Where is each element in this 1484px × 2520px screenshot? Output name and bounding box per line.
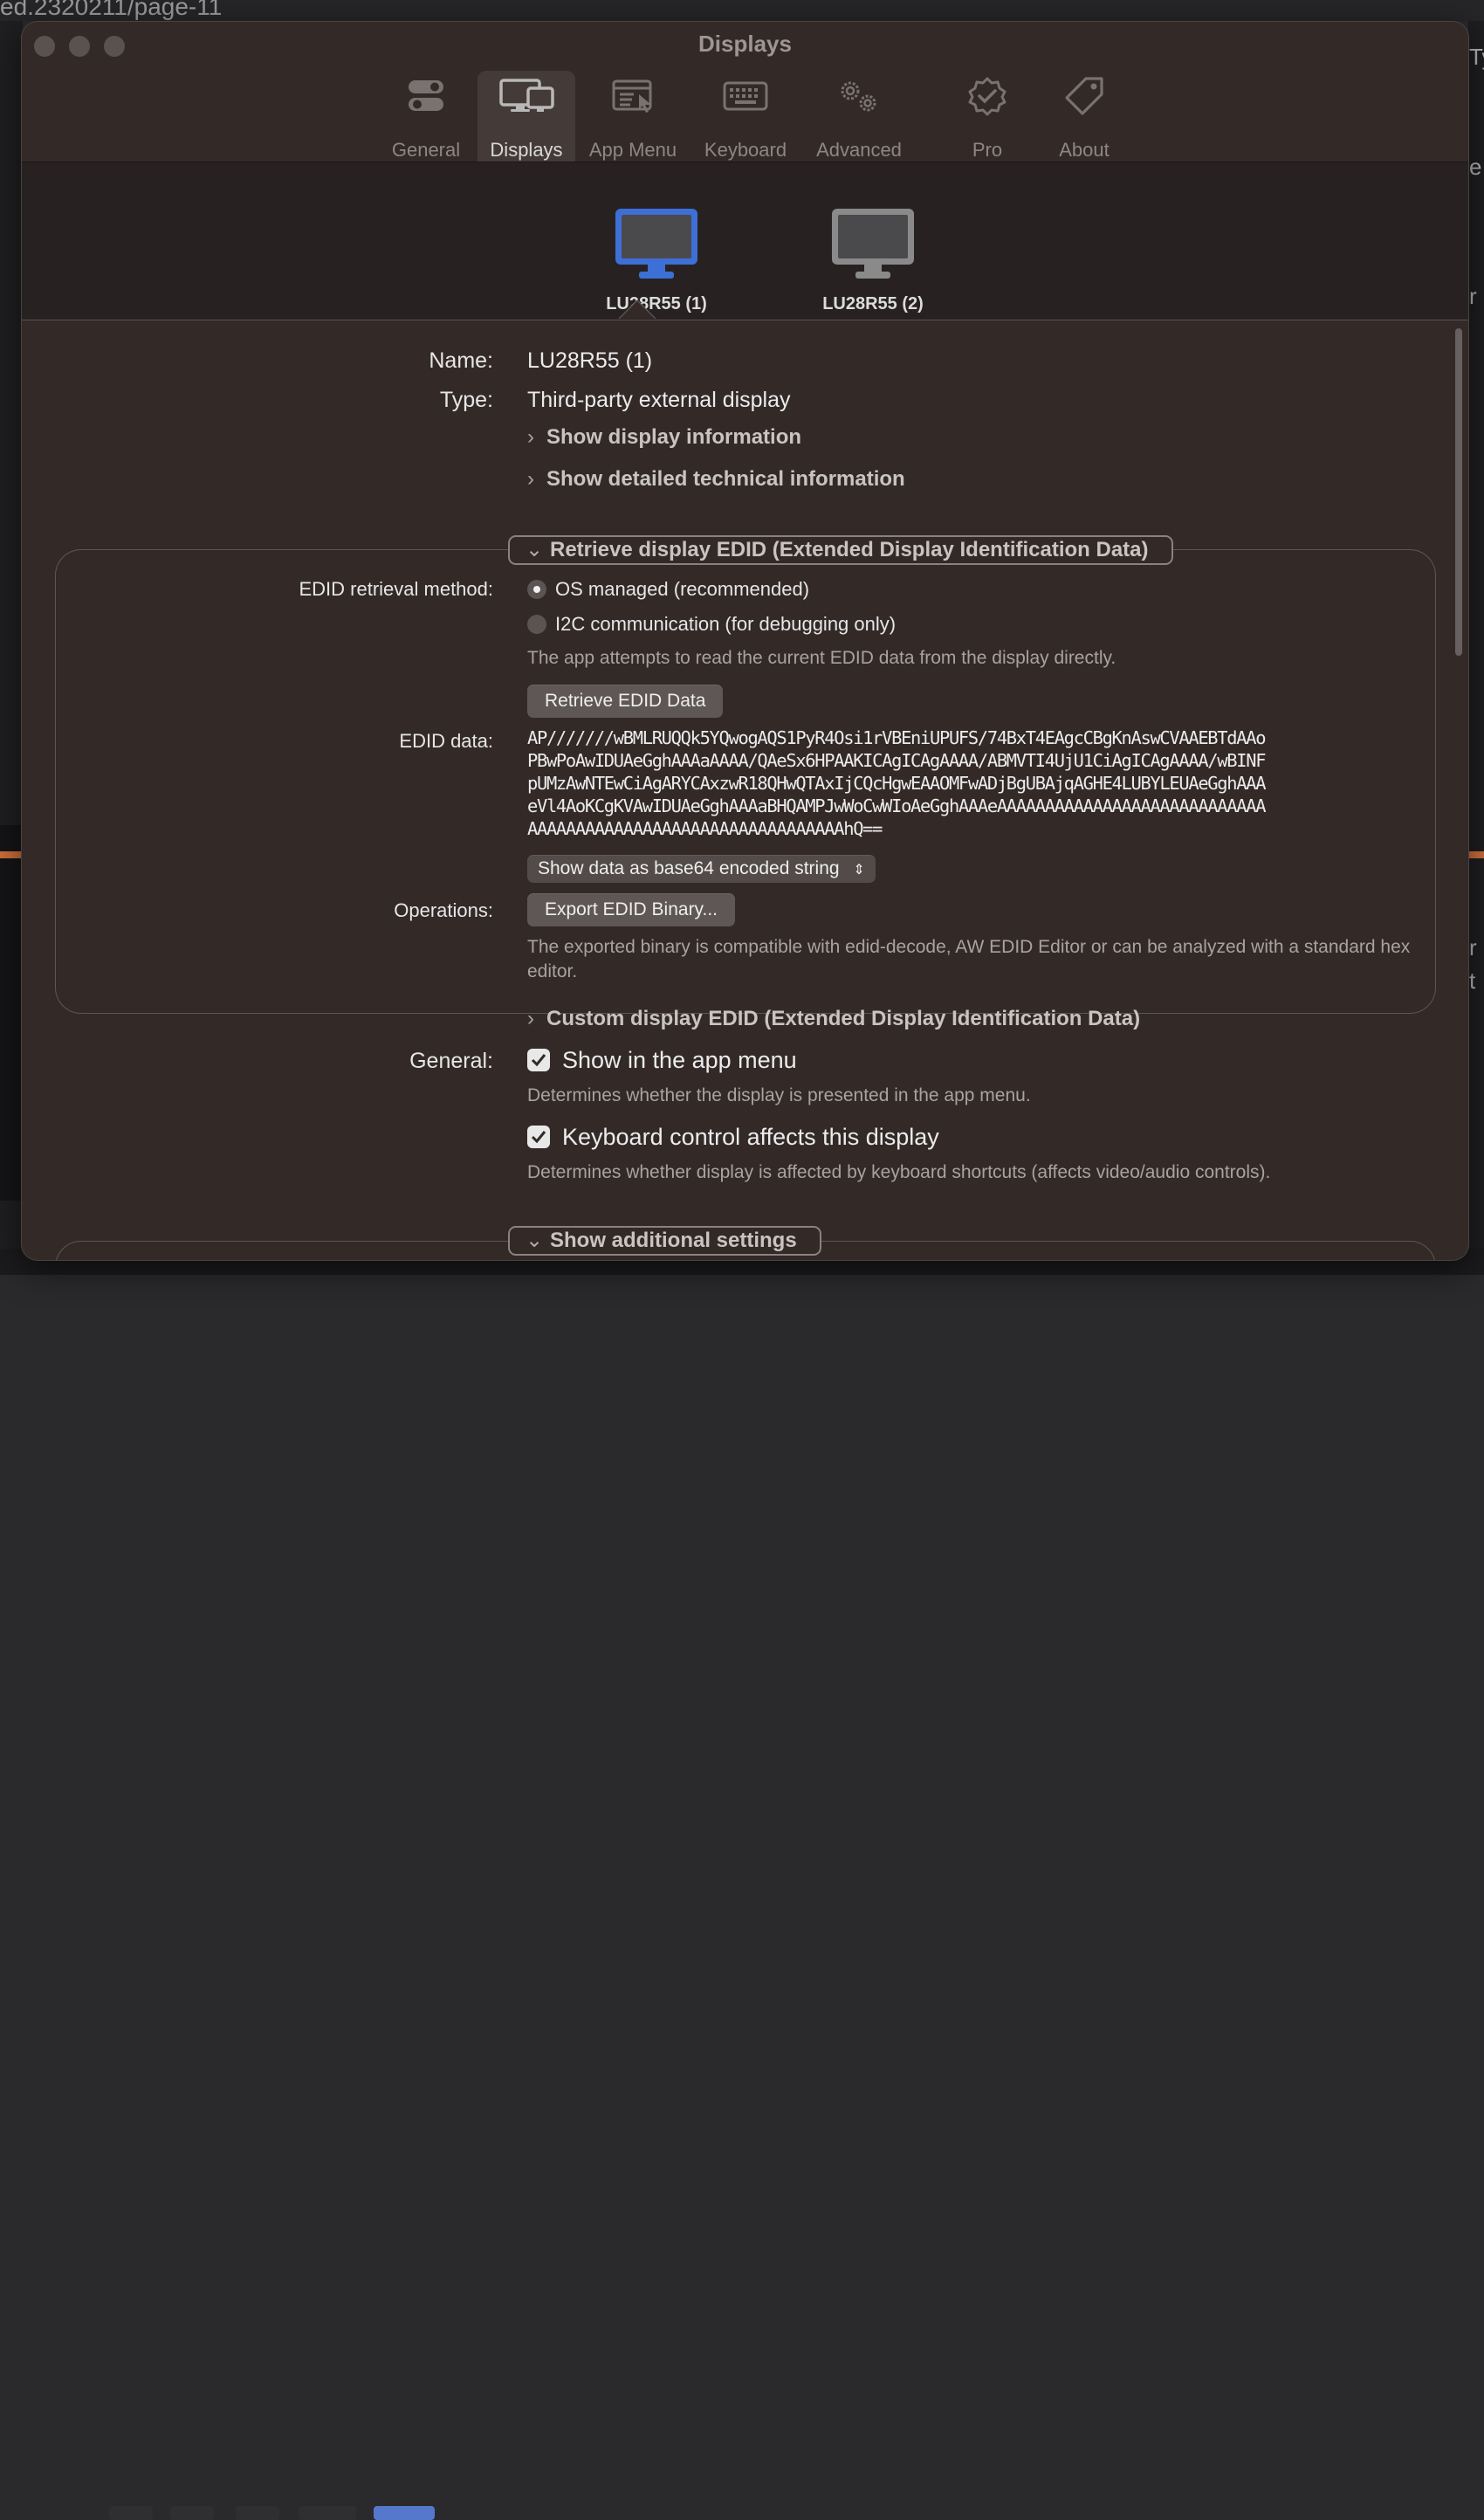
radio-unselected-icon: [527, 615, 546, 634]
type-label: Type:: [439, 388, 493, 412]
gears-icon: [835, 77, 883, 120]
show-display-info-disclosure[interactable]: › Show display information: [527, 425, 801, 450]
radio-os-managed-label: OS managed (recommended): [555, 578, 810, 600]
format-select[interactable]: Show data as base64 encoded string ⇕: [527, 855, 876, 883]
edid-data-value[interactable]: AP///////wBMLRUQQk5YQwogAQS1PyR4Osi1rVBE…: [527, 726, 1266, 840]
chevron-down-icon: ⌄: [526, 538, 544, 561]
show-technical-info-disclosure[interactable]: › Show detailed technical information: [527, 467, 905, 492]
edid-section-title: Retrieve display EDID (Extended Display …: [550, 538, 1149, 561]
tab-advanced-label: Advanced: [816, 139, 902, 161]
keyboard-control-note: Determines whether display is affected b…: [527, 1162, 1271, 1182]
show-in-menu-note: Determines whether the display is presen…: [527, 1085, 1031, 1105]
tab-general[interactable]: General: [387, 71, 465, 169]
badge-check-icon: [967, 76, 1007, 121]
name-value: LU28R55 (1): [527, 348, 653, 373]
tab-pro[interactable]: Pro: [945, 71, 1029, 169]
edid-data-line: PBwPoAwIDUAeGghAAAaAAAA/QAeSx6HPAAKICAgI…: [527, 750, 1266, 771]
background-accent-right: [1468, 851, 1484, 858]
tab-about[interactable]: About: [1036, 71, 1132, 169]
background-tab: [170, 2506, 214, 2520]
edid-data-line: eVl4AoKCgKVAwIDUAeGghAAAaBHQAMPJwWoCwWIo…: [527, 795, 1266, 816]
name-label: Name:: [429, 348, 493, 373]
tab-about-label: About: [1059, 139, 1110, 161]
up-down-arrows-icon: ⇕: [853, 863, 865, 878]
settings-window: Displays General Displays App Menu Keybo…: [22, 22, 1468, 1260]
monitor-icon: [832, 209, 914, 279]
radio-i2c-label: I2C communication (for debugging only): [555, 613, 897, 635]
tab-keyboard-label: Keyboard: [704, 139, 787, 161]
radio-selected-icon: [527, 580, 546, 599]
tab-keyboard[interactable]: Keyboard: [700, 71, 791, 169]
edid-data-line: pUMzAwNTEwCiAgARYCAxzwR18QHwQTAxIjCQcHgw…: [527, 773, 1266, 794]
show-technical-info-label: Show detailed technical information: [546, 467, 905, 491]
edid-data-label: EDID data:: [399, 730, 493, 752]
displays-icon: [498, 78, 554, 120]
keyboard-control-label: Keyboard control affects this display: [562, 1124, 939, 1150]
background-accent-left: [0, 851, 23, 858]
edid-method-label: EDID retrieval method:: [299, 578, 493, 600]
keyboard-control-checkbox[interactable]: Keyboard control affects this display: [527, 1124, 939, 1151]
background-tab-active: [374, 2506, 435, 2520]
display-item-1-label: LU28R55 (1): [606, 294, 707, 313]
background-app-top: ed.2320211/page-11: [0, 0, 1484, 21]
radio-os-managed[interactable]: OS managed (recommended): [527, 578, 809, 601]
additional-settings-header[interactable]: ⌄ Show additional settings: [508, 1226, 821, 1256]
toggles-icon: [407, 79, 445, 119]
show-in-menu-checkbox[interactable]: Show in the app menu: [527, 1047, 797, 1074]
additional-settings-label: Show additional settings: [550, 1229, 797, 1252]
show-in-menu-label: Show in the app menu: [562, 1047, 797, 1073]
tab-displays-label: Displays: [490, 139, 563, 161]
custom-edid-label: Custom display EDID (Extended Display Id…: [546, 1007, 1141, 1030]
tab-pro-label: Pro: [972, 139, 1003, 161]
background-app-left-band: [0, 825, 23, 1201]
retrieve-edid-button[interactable]: Retrieve EDID Data: [527, 685, 724, 718]
display-item-2-label: LU28R55 (2): [822, 294, 924, 313]
custom-edid-disclosure[interactable]: › Custom display EDID (Extended Display I…: [527, 1007, 1140, 1031]
background-right-char: r: [1469, 934, 1477, 960]
edid-method-note: The app attempts to read the current EDI…: [527, 648, 1116, 668]
edid-section-header[interactable]: ⌄ Retrieve display EDID (Extended Display…: [508, 535, 1173, 565]
checkmark-icon: [527, 1126, 550, 1148]
background-app-right: [1468, 21, 1484, 1275]
background-right-char: Ty: [1469, 44, 1484, 70]
toolbar: General Displays App Menu Keyboard Advan…: [22, 22, 1468, 169]
background-right-char: r: [1469, 283, 1477, 309]
tab-app-menu-label: App Menu: [588, 139, 677, 161]
radio-i2c[interactable]: I2C communication (for debugging only): [527, 613, 896, 636]
checkmark-icon: [527, 1049, 550, 1071]
tab-displays[interactable]: Displays: [477, 71, 575, 169]
app-menu-icon: [611, 79, 655, 119]
general-label: General:: [409, 1049, 493, 1073]
background-tab: [299, 2506, 356, 2520]
edid-data-line: AP///////wBMLRUQQk5YQwogAQS1PyR4Osi1rVBE…: [527, 727, 1266, 748]
monitor-icon: [615, 209, 697, 279]
background-right-char: e: [1469, 154, 1482, 180]
chevron-down-icon: ⌄: [526, 1229, 544, 1252]
type-value: Third-party external display: [527, 388, 791, 412]
format-select-value: Show data as base64 encoded string: [538, 858, 840, 878]
show-display-info-label: Show display information: [546, 425, 802, 449]
tab-general-label: General: [391, 139, 461, 161]
background-tab: [109, 2506, 153, 2520]
display-item-1[interactable]: LU28R55 (1): [574, 206, 739, 314]
selection-caret-inner: [620, 301, 655, 319]
keyboard-icon: [723, 81, 768, 116]
background-path-text: ed.2320211/page-11: [0, 0, 223, 20]
tab-app-menu[interactable]: App Menu: [585, 71, 681, 169]
export-note: The exported binary is compatible with e…: [527, 937, 1411, 981]
display-selector: LU28R55 (1) LU28R55 (2): [22, 162, 1468, 320]
export-edid-button[interactable]: Export EDID Binary...: [527, 893, 736, 926]
tag-icon: [1063, 76, 1105, 121]
edid-data-line: AAAAAAAAAAAAAAAAAAAAAAAAAAAAAAAAAhQ==: [527, 818, 883, 839]
operations-label: Operations:: [394, 899, 493, 921]
vertical-scrollbar[interactable]: [1455, 328, 1462, 656]
chevron-right-icon: ›: [527, 1007, 534, 1030]
chevron-right-icon: ›: [527, 467, 534, 491]
chevron-right-icon: ›: [527, 425, 534, 449]
display-details: Name: LU28R55 (1) Type: Third-party exte…: [22, 320, 1468, 1260]
background-right-char: t: [1469, 967, 1476, 994]
tab-advanced[interactable]: Advanced: [813, 71, 905, 169]
background-tab: [236, 2506, 279, 2520]
display-item-2[interactable]: LU28R55 (2): [790, 206, 956, 314]
